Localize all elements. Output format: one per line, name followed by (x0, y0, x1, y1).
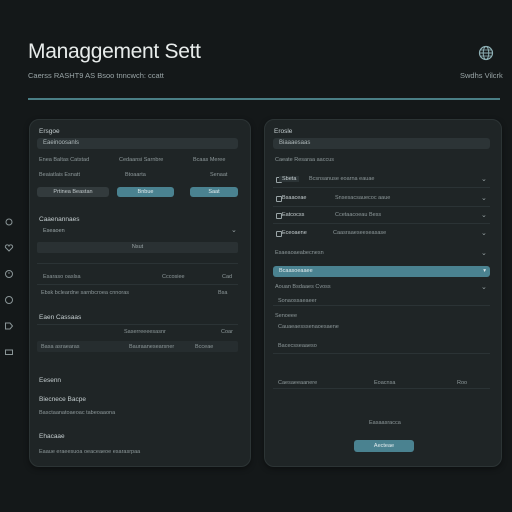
folder-icon[interactable] (4, 347, 14, 357)
row-value: Snsesacsauecoc aaue (335, 195, 391, 201)
row-label: Caesaeeaanere (278, 380, 318, 386)
row-value: Saserreeeesasnr (124, 329, 166, 335)
sub-label: Biecnece Bacpe (39, 396, 86, 403)
option-line[interactable]: Sonaossaeaeer (278, 298, 317, 304)
sub-label: Ehacaae (39, 433, 65, 440)
chevron-down-icon[interactable]: ⌄ (231, 226, 237, 234)
option-line[interactable]: Aouan Bsdaaes Cvoss (275, 284, 331, 290)
row-value: Ccetaacoeau Bess (335, 212, 382, 218)
heart-icon[interactable] (4, 243, 14, 253)
globe-icon[interactable] (478, 45, 494, 61)
divider (37, 263, 238, 264)
blue-button[interactable]: Bnbue (117, 187, 174, 197)
submit-button[interactable]: Aecteae (354, 440, 414, 452)
option-line[interactable]: Senoeee (275, 313, 297, 319)
selected-option-label: Bcaasoeaaee (279, 268, 313, 274)
row-text: Bcsnsanuse eoarna eauae (309, 176, 375, 182)
column-label: Enea Baltas Catstad (39, 157, 90, 163)
chevron-down-icon[interactable]: ⌄ (481, 283, 487, 291)
row-label: Eatcocss (282, 212, 305, 218)
row-value: Senaat (210, 172, 228, 178)
divider (273, 187, 490, 188)
right-panel (264, 119, 502, 467)
chevron-down-icon[interactable]: ⌄ (481, 249, 487, 257)
row-value: Beaiatlais Esnatt (39, 172, 80, 178)
row-label: Ebsk bcleardne sarnbcroea cnnoras (41, 290, 130, 296)
description-text: Basctaanatoaeoac tabeoaaona (39, 410, 116, 416)
section-label: Erosle (274, 128, 293, 135)
top-right-link[interactable]: Swdhs Vilcrk (460, 71, 503, 80)
row-value: Bcceae (195, 344, 214, 350)
section-header: Caeate Resaraa aaccus (275, 157, 335, 163)
divider (37, 284, 238, 285)
description-text: Eaaue eraeesuoa oeaceaeoe esarasrpaa (39, 449, 141, 455)
row-value: Eoacnsa (374, 380, 396, 386)
row-label: Basa asraearas (41, 344, 80, 350)
chevron-down-icon[interactable]: ⌄ (481, 175, 487, 183)
row-value: Coar (221, 329, 233, 335)
section-header: Esaeaoaeabecnesn (275, 250, 324, 256)
row-value: Bsa (218, 290, 228, 296)
page-title: Managgement Sett (28, 40, 201, 63)
section-label: Eaen Cassaas (39, 314, 82, 321)
row-value: Cad (222, 274, 233, 280)
section-label: Eesenn (39, 377, 62, 384)
tag-icon[interactable] (4, 321, 14, 331)
section-label: Caaenannaes (39, 216, 80, 223)
chevron-down-icon[interactable]: ⌄ (481, 229, 487, 237)
divider (273, 206, 490, 207)
row-label: Esaraso oaslsa (43, 274, 81, 280)
name-field[interactable]: Eaeinoosanls (37, 138, 238, 149)
selected-option[interactable]: Bcaasoeaaee ▾ (273, 266, 490, 277)
divider (273, 388, 490, 389)
page-subtitle: Caerss RASHT9 AS Bsoo tnncwch: ccatt (28, 71, 164, 80)
info-bar: Nsut (37, 242, 238, 253)
divider (273, 353, 490, 354)
row-value: Roo (457, 380, 468, 386)
row-value: Btoaarta (125, 172, 146, 178)
chevron-down-icon[interactable]: ⌄ (481, 194, 487, 202)
row-value: Caasraaeseeseasase (333, 230, 387, 236)
dropdown[interactable]: Eseaoen (37, 226, 238, 237)
detail-line: Bacecsseaaeso (278, 343, 317, 349)
name-field[interactable]: Biaaaesaas (273, 138, 490, 149)
primary-action-button[interactable]: Prtinea Beastan (37, 187, 109, 197)
header-divider (28, 98, 500, 100)
row-label: Eceoaene (282, 230, 307, 236)
section-label: Ersgoe (39, 128, 60, 135)
detail-line: Cauaeaesssenaoesaene (278, 324, 339, 330)
dropdown-value: Eseaoen (43, 228, 65, 234)
row-value: Cccosiee (162, 274, 185, 280)
clock-icon[interactable] (4, 269, 14, 279)
column-label: Bcaas Meree (193, 157, 226, 163)
divider (273, 223, 490, 224)
divider (273, 305, 490, 306)
column-label: Cedaansi Sarnbre (119, 157, 164, 163)
settings-icon[interactable] (4, 217, 14, 227)
chevron-down-icon[interactable]: ⌄ (481, 211, 487, 219)
footer-text: Easaasracca (369, 420, 401, 426)
chevron-down-icon: ▾ (483, 268, 486, 274)
circle-icon[interactable] (4, 295, 14, 305)
badge: Sbeta (279, 176, 300, 182)
divider (37, 324, 238, 325)
row-label: Bsaaceae (282, 195, 307, 201)
save-button[interactable]: Saat (190, 187, 238, 197)
row-value: Bauraanesearsner (129, 344, 175, 350)
